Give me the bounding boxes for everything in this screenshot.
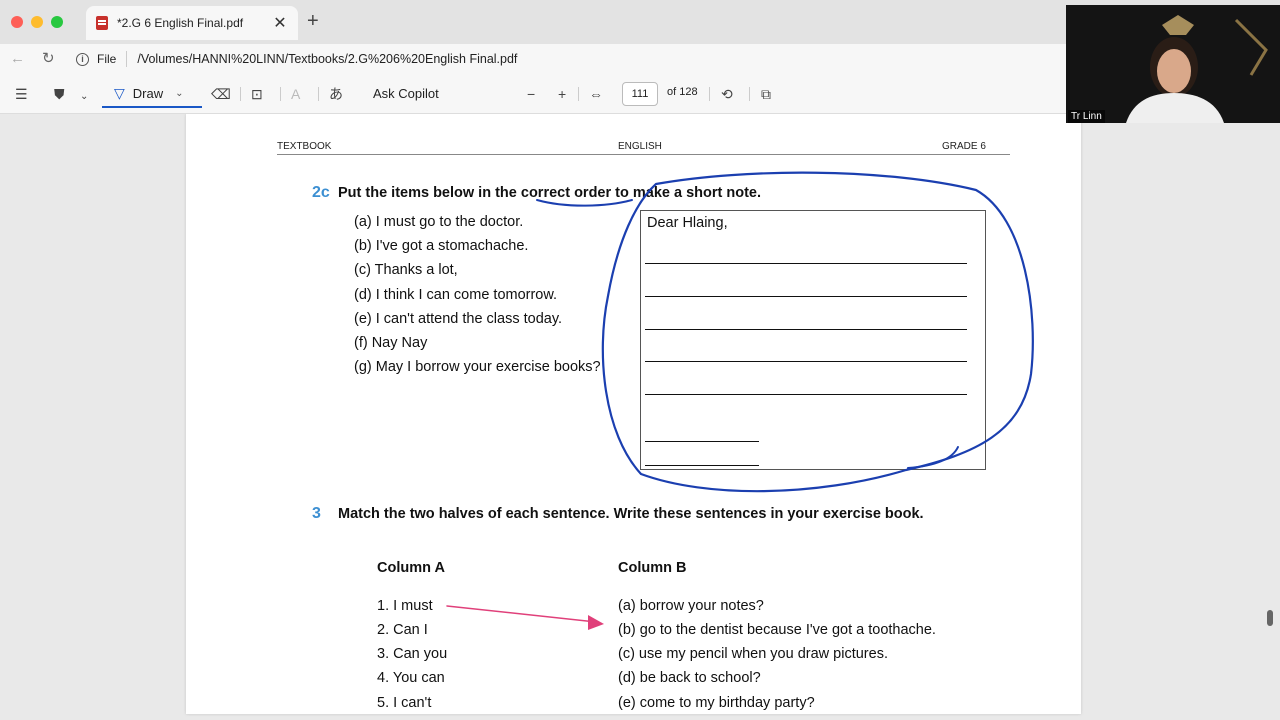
new-tab-button[interactable]: + (307, 11, 319, 31)
question-3-instruction: Match the two halves of each sentence. W… (338, 506, 924, 522)
answer-line (645, 394, 967, 395)
zoom-in-button[interactable]: + (558, 84, 566, 104)
url-path: /Volumes/HANNI%20LINN/Textbooks/2.G%206%… (137, 52, 518, 66)
reload-icon[interactable]: ↻ (42, 50, 55, 68)
note-greeting: Dear Hlaing, (647, 215, 728, 231)
text-box-icon[interactable]: ⊡ (251, 84, 263, 104)
document-viewer[interactable]: TEXTBOOK ENGLISH GRADE 6 2c Put the item… (0, 114, 1280, 720)
list-item: (e) I can't attend the class today. (354, 311, 563, 327)
column-a-item: 5. I can't (377, 695, 432, 711)
header-center: ENGLISH (618, 141, 662, 152)
eraser-icon[interactable]: ⌫ (211, 84, 231, 104)
draw-pen-icon: ▽ (114, 84, 125, 101)
zoom-window-button[interactable] (51, 16, 63, 28)
vertical-scrollbar-thumb[interactable] (1267, 610, 1273, 626)
contents-list-icon[interactable]: ☰ (15, 84, 28, 104)
column-b-item: (a) borrow your notes? (618, 598, 764, 614)
webcam-overlay: Tr Linn (1066, 5, 1280, 123)
minimize-window-button[interactable] (31, 16, 43, 28)
pdf-file-icon (96, 16, 108, 30)
page-number-input[interactable]: 111 (622, 82, 658, 106)
ink-arrow-line (446, 605, 597, 623)
column-b-item: (d) be back to school? (618, 670, 761, 686)
question-2c-number: 2c (312, 184, 330, 201)
note-answer-box: Dear Hlaing, (640, 210, 986, 470)
pdf-page: TEXTBOOK ENGLISH GRADE 6 2c Put the item… (186, 114, 1081, 714)
header-left: TEXTBOOK (277, 141, 332, 152)
answer-line (645, 296, 967, 297)
url-field[interactable]: i File /Volumes/HANNI%20LINN/Textbooks/2… (70, 46, 1070, 72)
list-item: (a) I must go to the doctor. (354, 214, 524, 230)
column-b-title: Column B (618, 560, 687, 576)
column-a-item: 1. I must (377, 598, 433, 614)
tab-title: *2.G 6 English Final.pdf (117, 16, 244, 30)
toolbar-divider (240, 87, 241, 101)
toolbar-divider (318, 87, 319, 101)
column-a-item: 2. Can I (377, 622, 428, 638)
toolbar-divider (709, 87, 710, 101)
fit-to-width-icon[interactable]: ⇔ (589, 84, 603, 104)
header-right: GRADE 6 (942, 141, 986, 152)
list-item: (d) I think I can come tomorrow. (354, 287, 558, 303)
column-a-item: 4. You can (377, 670, 445, 686)
participant-name: Tr Linn (1068, 110, 1105, 123)
zoom-out-button[interactable]: − (527, 84, 535, 104)
column-b-item: (e) come to my birthday party? (618, 695, 815, 711)
toolbar-divider (749, 87, 750, 101)
highlight-chevron-down-icon[interactable]: ⌄ (80, 87, 88, 107)
tab-close-icon[interactable]: ✕ (272, 13, 288, 33)
presenter-video-icon (1066, 5, 1280, 123)
draw-label: Draw (132, 85, 164, 101)
header-rule (277, 154, 1010, 155)
column-b-item: (b) go to the dentist because I've got a… (618, 622, 936, 638)
ask-copilot-button[interactable]: Ask Copilot (373, 86, 439, 101)
url-divider (126, 51, 128, 67)
toolbar-divider (280, 87, 281, 101)
url-scheme: File (97, 52, 117, 66)
draw-chevron-down-icon[interactable]: ⌄ (175, 88, 183, 99)
page-view-icon[interactable]: ⧉ (761, 84, 771, 104)
close-window-button[interactable] (11, 16, 23, 28)
question-2c-instruction: Put the items below in the correct order… (338, 185, 761, 201)
back-arrow-icon[interactable]: ← (10, 50, 25, 68)
question-3-number: 3 (312, 505, 321, 522)
list-item: (f) Nay Nay (354, 335, 428, 351)
page-count: of 128 (667, 86, 698, 98)
draw-button[interactable]: ▽ Draw ⌄ (102, 80, 202, 108)
rotate-icon[interactable]: ⟲ (721, 84, 733, 104)
column-a-title: Column A (377, 560, 445, 576)
list-item: (g) May I borrow your exercise books? (354, 359, 601, 375)
pdf-viewer-window: *2.G 6 English Final.pdf ✕ + ← ↻ i File … (0, 0, 1280, 720)
read-aloud-icon: A (291, 86, 301, 102)
highlight-icon[interactable]: ⛊ (54, 84, 65, 104)
toolbar-divider (578, 87, 579, 101)
answer-line (645, 329, 967, 330)
answer-line (645, 263, 967, 264)
info-icon[interactable]: i (76, 52, 89, 66)
answer-line (645, 361, 967, 362)
column-b-item: (c) use my pencil when you draw pictures… (618, 646, 888, 662)
column-a-item: 3. Can you (377, 646, 448, 662)
signature-line (645, 465, 759, 466)
list-item: (c) Thanks a lot, (354, 262, 458, 278)
tab-pdf-document[interactable]: *2.G 6 English Final.pdf ✕ (86, 6, 298, 40)
signoff-line (645, 441, 759, 442)
ink-arrow-head (588, 615, 604, 630)
list-item: (b) I've got a stomachache. (354, 238, 529, 254)
translate-icon[interactable]: あ (329, 84, 343, 104)
